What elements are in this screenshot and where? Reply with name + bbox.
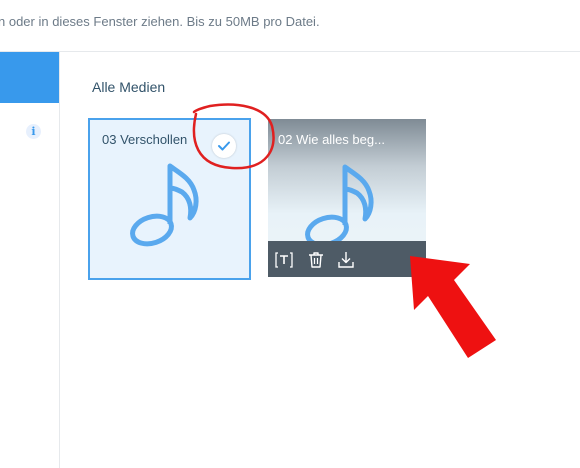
media-tile-name: 02 Wie alles beg...	[278, 132, 385, 147]
download-icon[interactable]	[336, 250, 356, 270]
annotation-arrow	[410, 256, 496, 358]
music-note-icon	[305, 164, 374, 248]
media-tile-name: 03 Verschollen	[102, 132, 188, 147]
upload-hint-bar: n oder in dieses Fenster ziehen. Bis zu …	[0, 0, 580, 52]
upload-hint-text: n oder in dieses Fenster ziehen. Bis zu …	[0, 14, 320, 29]
annotation-circle	[192, 103, 275, 170]
trash-icon[interactable]	[306, 250, 326, 270]
section-title: Alle Medien	[92, 79, 166, 95]
text-edit-icon[interactable]	[274, 250, 294, 270]
media-tile-hovered[interactable]: 02 Wie alles beg...	[268, 119, 426, 277]
sidebar-item-active[interactable]	[0, 52, 59, 103]
info-icon[interactable]: i	[26, 124, 41, 139]
sidebar: i	[0, 52, 60, 468]
media-action-bar	[268, 241, 426, 277]
